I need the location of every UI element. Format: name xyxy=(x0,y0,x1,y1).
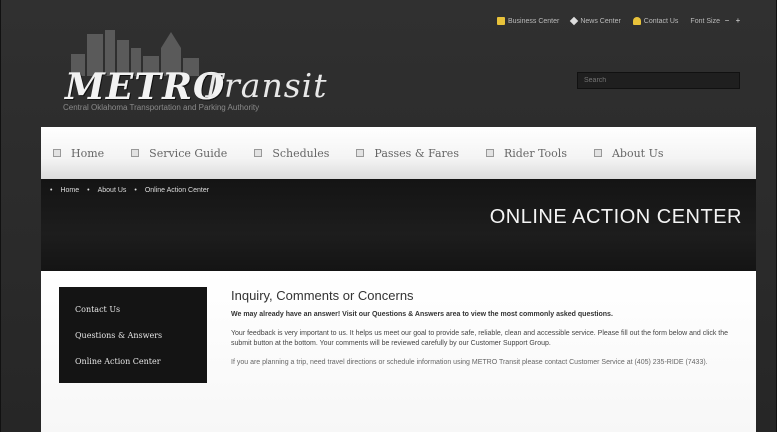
sidebar-item-contact-us[interactable]: Contact Us xyxy=(75,305,207,314)
lead-paragraph: We may already have an answer! Visit our… xyxy=(231,311,613,318)
nav-item-label: Passes & Fares xyxy=(374,146,459,160)
body-paragraph: Your feedback is very important to us. I… xyxy=(231,330,729,347)
content-heading: Inquiry, Comments or Concerns xyxy=(231,288,414,303)
nav-item-service-guide[interactable]: Service Guide xyxy=(131,147,227,160)
logo-tagline: Central Oklahoma Transportation and Park… xyxy=(63,103,260,112)
page-title: ONLINE ACTION CENTER xyxy=(489,206,742,228)
square-bullet-icon xyxy=(356,149,365,157)
square-bullet-icon xyxy=(485,149,494,157)
sidebar-menu: Contact Us Questions & Answers Online Ac… xyxy=(59,287,207,383)
utility-bar: Business Center News Center Contact Us F… xyxy=(496,16,742,26)
folder-icon xyxy=(496,17,505,25)
page: Business Center News Center Contact Us F… xyxy=(0,0,777,432)
square-bullet-icon xyxy=(593,149,602,157)
nav-item-passes-fares[interactable]: Passes & Fares xyxy=(356,147,459,160)
font-size-control: Font Size − + xyxy=(690,17,742,25)
contact-us-link[interactable]: Contact Us xyxy=(632,17,679,25)
search-input[interactable] xyxy=(577,72,740,89)
font-decrease-button[interactable]: − xyxy=(723,17,731,25)
square-bullet-icon xyxy=(254,149,263,157)
news-center-label: News Center xyxy=(580,17,621,25)
site-header: Business Center News Center Contact Us F… xyxy=(1,0,777,125)
main-nav: Home Service Guide Schedules Passes & Fa… xyxy=(41,127,756,179)
square-bullet-icon xyxy=(53,149,61,157)
business-center-label: Business Center xyxy=(507,17,560,25)
nav-item-label: Rider Tools xyxy=(503,146,567,160)
page-banner: • Home • About Us • Online Action Center… xyxy=(41,179,756,271)
breadcrumb: • Home • About Us • Online Action Center xyxy=(50,187,209,194)
news-center-link[interactable]: News Center xyxy=(570,16,621,26)
nav-item-label: Schedules xyxy=(272,146,330,160)
breadcrumb-current: Online Action Center xyxy=(144,187,210,194)
contact-paragraph: If you are planning a trip, need travel … xyxy=(231,359,708,366)
sidebar-item-questions-answers[interactable]: Questions & Answers xyxy=(75,331,207,340)
logo-transit-text[interactable]: Transit xyxy=(201,66,327,105)
business-center-link[interactable]: Business Center xyxy=(496,17,560,25)
nav-item-rider-tools[interactable]: Rider Tools xyxy=(485,146,567,160)
main-content: Inquiry, Comments or Concerns We may alr… xyxy=(231,288,743,377)
breadcrumb-home[interactable]: Home xyxy=(60,187,79,194)
breadcrumb-bullet-icon: • xyxy=(87,187,90,194)
breadcrumb-bullet-icon: • xyxy=(50,187,53,194)
people-icon xyxy=(632,17,641,25)
nav-item-label: Service Guide xyxy=(149,146,228,160)
square-bullet-icon xyxy=(131,149,140,157)
nav-item-about-us[interactable]: About Us xyxy=(593,146,664,160)
breadcrumb-bullet-icon: • xyxy=(134,187,137,194)
breadcrumb-about-us[interactable]: About Us xyxy=(98,187,127,194)
nav-item-schedules[interactable]: Schedules xyxy=(254,147,329,160)
font-increase-button[interactable]: + xyxy=(734,17,742,25)
nav-item-label: Home xyxy=(71,146,105,160)
nav-item-home[interactable]: Home xyxy=(53,147,104,160)
sidebar-item-online-action-center[interactable]: Online Action Center xyxy=(75,357,207,366)
content-area: Contact Us Questions & Answers Online Ac… xyxy=(41,271,756,432)
font-size-label: Font Size xyxy=(690,17,720,25)
nav-item-label: About Us xyxy=(611,146,664,160)
contact-us-label: Contact Us xyxy=(643,17,679,25)
pin-icon xyxy=(570,16,579,26)
